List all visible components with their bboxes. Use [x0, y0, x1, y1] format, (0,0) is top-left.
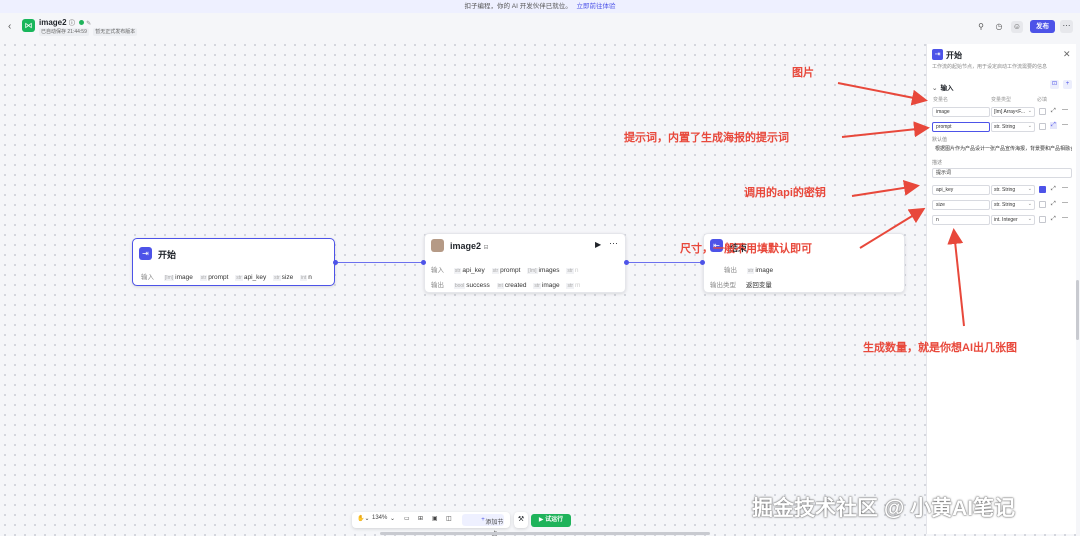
annotation-api-key: 调用的api的密钥 — [744, 187, 826, 199]
test-run-button[interactable]: ▶ 试运行 — [531, 514, 571, 527]
comment-icon[interactable]: ▭ — [404, 515, 410, 522]
arrow-api-key — [851, 179, 920, 197]
chevron-down-icon[interactable]: ⌄ — [390, 515, 395, 522]
hand-icon[interactable]: ✋⌄ — [357, 515, 370, 522]
arrow-prompt — [841, 121, 930, 138]
watermark: 掘金技术社区 @ 小黄AI笔记 — [752, 497, 1016, 520]
annotation-image: 图片 — [792, 67, 814, 79]
zoom-level[interactable]: 134% — [372, 515, 387, 521]
horizontal-scrollbar[interactable] — [380, 532, 710, 535]
layout-icon[interactable]: ⊞ — [418, 515, 423, 522]
annotation-prompt: 提示词，内置了生成海报的提示词 — [624, 132, 789, 144]
arrow-n — [947, 228, 965, 327]
annotation-arrows — [837, 82, 965, 327]
arrow-size — [859, 207, 926, 249]
canvas-toolbar: ✋⌄ 134% ⌄ ▭ ⊞ ▣ ◫ + 添加节点 — [352, 512, 510, 536]
minimap-icon[interactable]: ◫ — [446, 515, 452, 522]
annotation-n: 生成数量，就是你想AI出几张图 — [863, 342, 1017, 354]
add-node-button[interactable]: + 添加节点 — [462, 514, 504, 536]
vertical-scrollbar[interactable] — [1076, 280, 1079, 340]
debug-icon[interactable]: ⚒ — [514, 512, 528, 528]
arrow-image — [837, 82, 928, 106]
image-icon[interactable]: ▣ — [432, 515, 438, 522]
annotation-size: 尺寸，一般不用填默认即可 — [680, 243, 812, 255]
run-label: 试运行 — [545, 517, 564, 523]
